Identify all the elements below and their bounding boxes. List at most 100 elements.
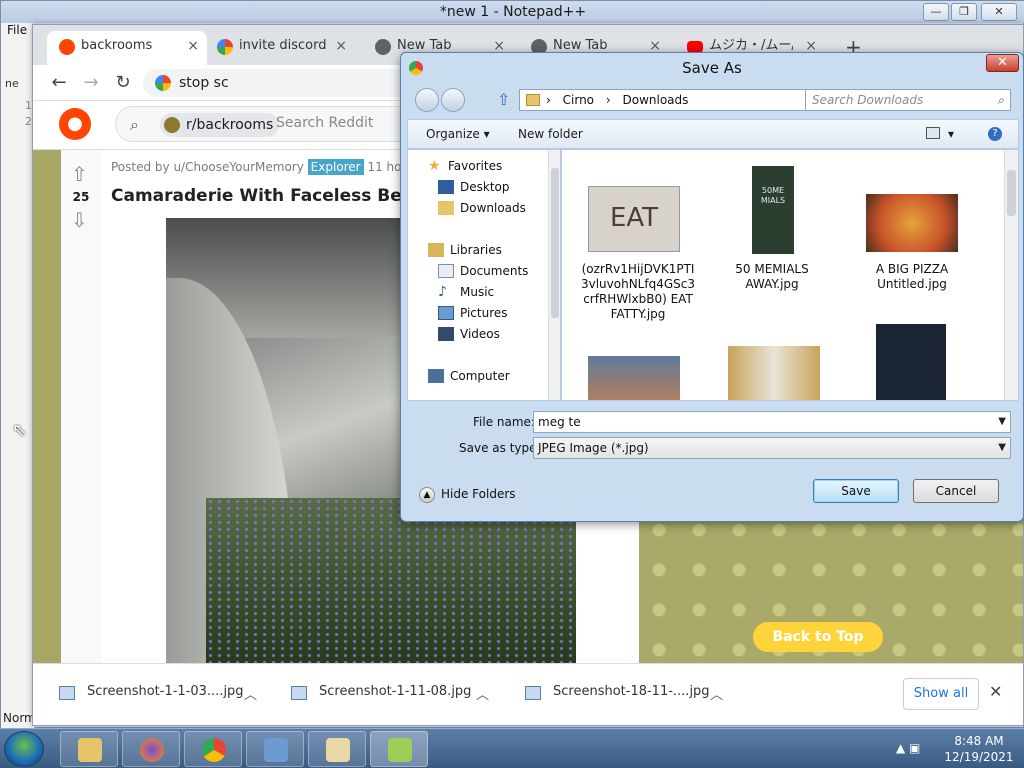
file-list: EAT (ozrRv1HijDVK1PTI3vluvohNLfq4GSc3crf… (561, 149, 1019, 401)
chevron-down-icon[interactable]: ▾ (948, 127, 954, 141)
chevron-up-icon[interactable]: ︿ (476, 684, 489, 703)
taskbar-explorer[interactable] (60, 731, 118, 767)
post-title[interactable]: Camaraderie With Faceless Beings (111, 186, 442, 206)
cancel-button[interactable]: Cancel (913, 479, 999, 503)
dialog-close-button[interactable]: ✕ (986, 54, 1019, 72)
reddit-search-input[interactable]: ⌕ r/backrooms Search Reddit (115, 106, 415, 142)
subreddit-chip[interactable]: r/backrooms (160, 113, 280, 137)
nav-music[interactable]: ♪ Music (438, 282, 494, 302)
notepadpp-titlebar: *new 1 - Notepad++ — ❐ ✕ (1, 1, 1024, 23)
hide-folders-button[interactable]: ▲ Hide Folders (419, 487, 516, 503)
back-button[interactable]: ← (45, 69, 73, 97)
dialog-titlebar: Save As ✕ (401, 53, 1023, 83)
forward-button[interactable] (441, 88, 465, 112)
reddit-logo-icon[interactable]: ● (59, 108, 91, 140)
nav-documents[interactable]: Documents (438, 261, 528, 281)
help-icon[interactable]: ? (988, 127, 1002, 141)
google-icon (155, 75, 171, 91)
save-type-label: Save as type: (459, 441, 541, 455)
downvote-icon[interactable]: ⇩ (71, 208, 88, 232)
download-name: Screenshot-1-1-03....jpg (87, 684, 244, 699)
tab-label: backrooms (81, 38, 153, 53)
start-button[interactable] (4, 731, 44, 767)
close-tab-icon[interactable]: × (187, 31, 199, 61)
file-thumbnail: 50ME MIALS (752, 166, 794, 254)
firefox-icon (140, 738, 164, 762)
organize-button[interactable]: Organize ▾ (426, 127, 490, 141)
new-folder-button[interactable]: New folder (518, 127, 583, 141)
minimize-button[interactable]: — (923, 3, 949, 21)
nav-libraries[interactable]: Libraries (428, 240, 502, 260)
file-thumbnail[interactable] (728, 346, 820, 400)
close-tab-icon[interactable]: × (335, 31, 347, 61)
vote-count: 25 (72, 190, 90, 204)
search-icon: ⌕ (130, 115, 139, 134)
save-button[interactable]: Save (813, 479, 899, 503)
chevron-up-icon[interactable]: ︿ (710, 684, 723, 703)
chevron-up-icon[interactable]: ︿ (244, 684, 257, 703)
download-item[interactable]: Screenshot-18-11-....jpg ︿ (523, 684, 723, 706)
upvote-icon[interactable]: ⇧ (71, 162, 88, 186)
taskbar-notepadpp[interactable] (370, 731, 428, 767)
download-item[interactable]: Screenshot-1-11-08.jpg ︿ (289, 684, 489, 706)
vote-column: ⇧ 25 ⇩ (61, 150, 101, 663)
tray-icons[interactable]: ▲ ▣ (896, 741, 920, 755)
close-button[interactable]: ✕ (981, 3, 1017, 21)
dialog-toolbar: Organize ▾ New folder ▾ ? (407, 119, 1019, 149)
videos-icon (438, 327, 454, 341)
nav-videos[interactable]: Videos (438, 324, 500, 344)
dialog-search-input[interactable]: Search Downloads ⌕ (805, 89, 1011, 111)
file-thumbnail[interactable] (588, 356, 680, 400)
nav-pictures[interactable]: Pictures (438, 303, 508, 323)
view-icon[interactable] (926, 127, 940, 139)
close-download-bar-icon[interactable]: ✕ (989, 682, 1002, 701)
file-name-input[interactable]: meg te ▼ (533, 411, 1011, 433)
file-name: (ozrRv1HijDVK1PTI3vluvohNLfq4GSc3crfRHWl… (580, 262, 695, 321)
clock[interactable]: 8:48 AM 12/19/2021 (944, 733, 1014, 765)
tab-invite-discord[interactable]: invite discord qr c × (205, 31, 355, 65)
nav-label: Documents (460, 264, 529, 278)
post-meta: Posted by u/ChooseYourMemory Explorer 11… (111, 159, 420, 175)
nav-desktop[interactable]: Desktop (438, 177, 510, 197)
npp-doc-tab[interactable]: ne (5, 77, 19, 90)
dialog-title: Save As (682, 59, 742, 77)
tab-backrooms[interactable]: backrooms × (47, 31, 207, 65)
paint-icon (326, 738, 350, 762)
search-placeholder: Search Reddit (276, 115, 374, 131)
scrollbar-thumb[interactable] (551, 168, 559, 318)
search-icon: ⌕ (997, 93, 1004, 107)
breadcrumb-item[interactable]: Downloads (623, 93, 689, 107)
pictures-icon (438, 306, 454, 320)
breadcrumb-item[interactable]: Cirno (563, 93, 594, 107)
taskbar-firefox[interactable] (122, 731, 180, 767)
chevron-down-icon[interactable]: ▼ (998, 438, 1006, 458)
save-type-select[interactable]: JPEG Image (*.jpg) ▼ (533, 437, 1011, 459)
nav-label: Pictures (460, 306, 508, 320)
maximize-button[interactable]: ❐ (951, 3, 977, 21)
nav-downloads[interactable]: Downloads (438, 198, 526, 218)
reload-button[interactable]: ↻ (109, 69, 137, 97)
up-arrow-icon[interactable]: ⇧ (497, 90, 510, 109)
taskbar-photos[interactable] (246, 731, 304, 767)
show-all-button[interactable]: Show all (903, 678, 979, 710)
documents-icon (438, 264, 454, 278)
files-scrollbar[interactable] (1004, 150, 1018, 400)
chevron-down-icon[interactable]: ▼ (998, 412, 1006, 432)
nav-computer[interactable]: Computer (428, 366, 510, 386)
taskbar-chrome[interactable] (184, 731, 242, 767)
back-to-top-button[interactable]: Back to Top (753, 622, 883, 652)
back-button[interactable] (415, 88, 439, 112)
address-bar[interactable]: stop sc (143, 69, 413, 97)
image-file-icon (291, 686, 307, 700)
clock-date: 12/19/2021 (944, 750, 1014, 764)
nav-favorites[interactable]: ★ Favorites (428, 156, 502, 176)
subreddit-name: r/backrooms (186, 117, 274, 133)
menu-file[interactable]: File (1, 23, 35, 41)
forward-button[interactable]: → (77, 69, 105, 97)
posted-by[interactable]: Posted by u/ChooseYourMemory (111, 160, 304, 174)
scrollbar-thumb[interactable] (1007, 170, 1016, 216)
download-item[interactable]: Screenshot-1-1-03....jpg ︿ (57, 684, 257, 706)
nav-scrollbar[interactable] (548, 150, 560, 400)
taskbar-paint[interactable] (308, 731, 366, 767)
file-thumbnail[interactable] (876, 324, 946, 400)
